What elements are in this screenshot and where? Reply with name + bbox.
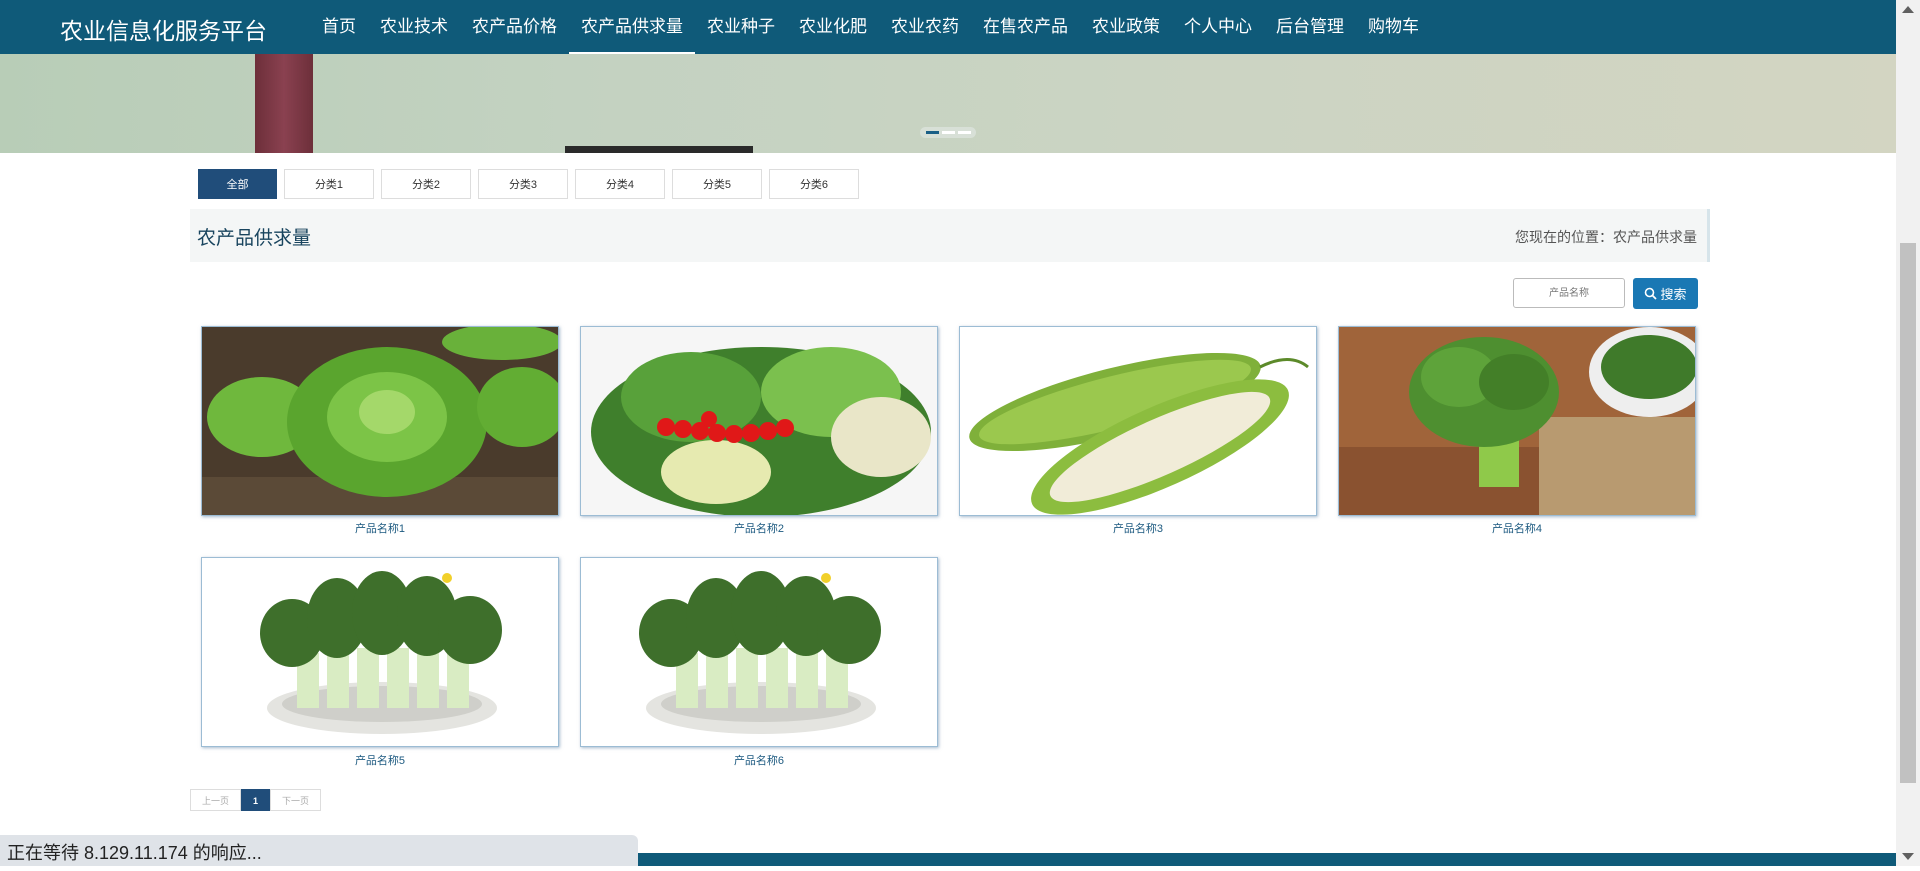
carousel-dot-3[interactable] [957,131,971,134]
category-2-button[interactable]: 分类2 [381,169,471,199]
carousel-dot-1[interactable] [925,131,939,134]
banner-bench [565,146,753,153]
breadcrumb: 您现在的位置：农产品供求量 [1515,229,1697,245]
search-button[interactable]: 搜索 [1633,278,1698,309]
page-scrollbar[interactable] [1896,0,1920,866]
product-card-3[interactable] [959,326,1317,516]
category-3-button[interactable]: 分类3 [478,169,568,199]
category-all-button[interactable]: 全部 [198,169,277,199]
banner-tree-trunk [255,54,313,153]
nav-item-ag-tech[interactable]: 农业技术 [368,0,460,54]
nav-item-admin[interactable]: 后台管理 [1264,0,1356,54]
product-card-4[interactable] [1338,326,1696,516]
site-logo[interactable]: 农业信息化服务平台 [60,12,267,46]
search-button-label: 搜索 [1660,287,1687,302]
category-4-button[interactable]: 分类4 [575,169,665,199]
section-header: 农产品供求量 您现在的位置：农产品供求量 [190,209,1710,262]
scrollbar-thumb[interactable] [1900,243,1916,783]
nav-item-profile[interactable]: 个人中心 [1172,0,1264,54]
next-page-button[interactable]: 下一页 [270,789,321,811]
carousel-dot-2[interactable] [941,131,955,134]
nav-item-seeds[interactable]: 农业种子 [695,0,787,54]
nav-item-pesticide[interactable]: 农业农药 [879,0,971,54]
product-image-bitter-melon [960,327,1316,515]
category-5-button[interactable]: 分类5 [672,169,762,199]
product-name-3[interactable]: 产品名称3 [959,520,1317,536]
search-input[interactable] [1513,278,1625,308]
nav-item-fertilizer[interactable]: 农业化肥 [787,0,879,54]
category-filter: 全部 分类1 分类2 分类3 分类4 分类5 分类6 [198,169,859,199]
pagination: 上一页 1 下一页 [190,789,321,811]
scroll-up-arrow-icon[interactable] [1902,6,1914,13]
product-name-4[interactable]: 产品名称4 [1338,520,1696,536]
prev-page-button[interactable]: 上一页 [190,789,241,811]
nav-item-supply-demand[interactable]: 农产品供求量 [569,0,695,54]
nav-item-products-for-sale[interactable]: 在售农产品 [971,0,1080,54]
nav-item-prices[interactable]: 农产品价格 [460,0,569,54]
product-card-6[interactable] [580,557,938,747]
footer-bar [638,853,1896,866]
nav-item-policy[interactable]: 农业政策 [1080,0,1172,54]
product-card-1[interactable] [201,326,559,516]
product-image-bok-choy [581,558,937,746]
product-image-vegetable-platter [581,327,937,515]
product-image-lettuce [202,327,558,515]
page-1-button[interactable]: 1 [241,789,270,811]
carousel-indicators [920,127,976,138]
product-image-bok-choy [202,558,558,746]
category-1-button[interactable]: 分类1 [284,169,374,199]
product-card-2[interactable] [580,326,938,516]
top-navbar: 农业信息化服务平台 首页 农业技术 农产品价格 农产品供求量 农业种子 农业化肥… [0,0,1896,54]
page-title: 农产品供求量 [197,228,312,249]
nav-item-cart[interactable]: 购物车 [1356,0,1431,54]
product-name-5[interactable]: 产品名称5 [201,752,559,768]
browser-status-bar: 正在等待 8.129.11.174 的响应... [0,835,638,866]
scroll-down-arrow-icon[interactable] [1902,853,1914,860]
product-card-5[interactable] [201,557,559,747]
nav-item-home[interactable]: 首页 [310,0,368,54]
product-name-2[interactable]: 产品名称2 [580,520,938,536]
category-6-button[interactable]: 分类6 [769,169,859,199]
product-name-1[interactable]: 产品名称1 [201,520,559,536]
banner-carousel[interactable] [0,54,1896,153]
search-icon [1645,287,1658,300]
product-name-6[interactable]: 产品名称6 [580,752,938,768]
product-image-broccoli [1339,327,1695,515]
main-menu: 首页 农业技术 农产品价格 农产品供求量 农业种子 农业化肥 农业农药 在售农产… [310,0,1431,54]
